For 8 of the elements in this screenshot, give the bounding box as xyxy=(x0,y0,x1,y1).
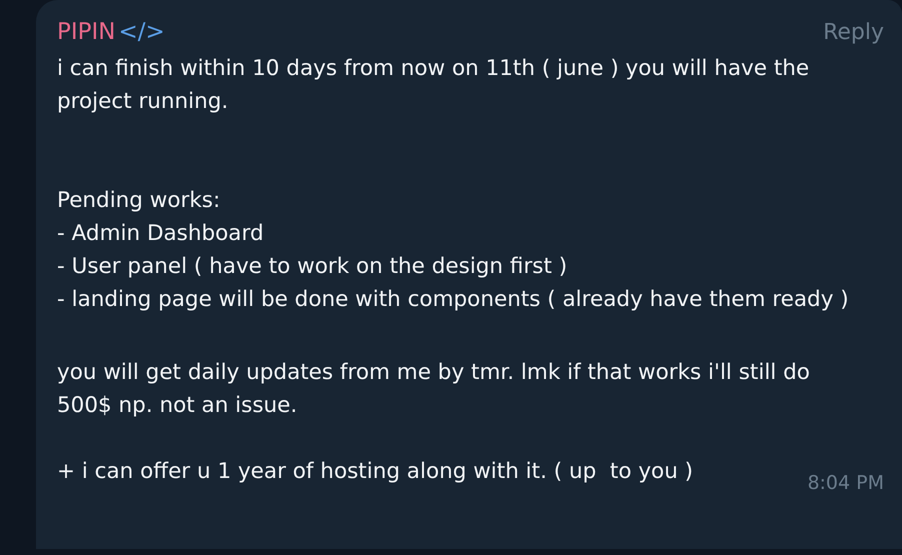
reply-button[interactable]: Reply xyxy=(823,16,884,49)
message-time: 8:04 PM xyxy=(807,471,884,496)
message-text: + i can offer u 1 year of hosting along with it. ( up to you ) xyxy=(57,458,694,486)
sender-name: PIPIN xyxy=(57,18,116,47)
message-text: you will get daily updates from me by tmr. lmk if that works i'll still do 500$ np. not an issue. xyxy=(57,359,811,420)
sender-tag: </> xyxy=(118,16,165,49)
message-text: i can finish within 10 days from now on 11th ( june ) you will have the project running. xyxy=(57,55,810,116)
message-text: Pending works: - Admin Dashboard - User panel ( have to work on the design first ) - landing page will be done with components ( already have them ready ) xyxy=(57,187,850,314)
